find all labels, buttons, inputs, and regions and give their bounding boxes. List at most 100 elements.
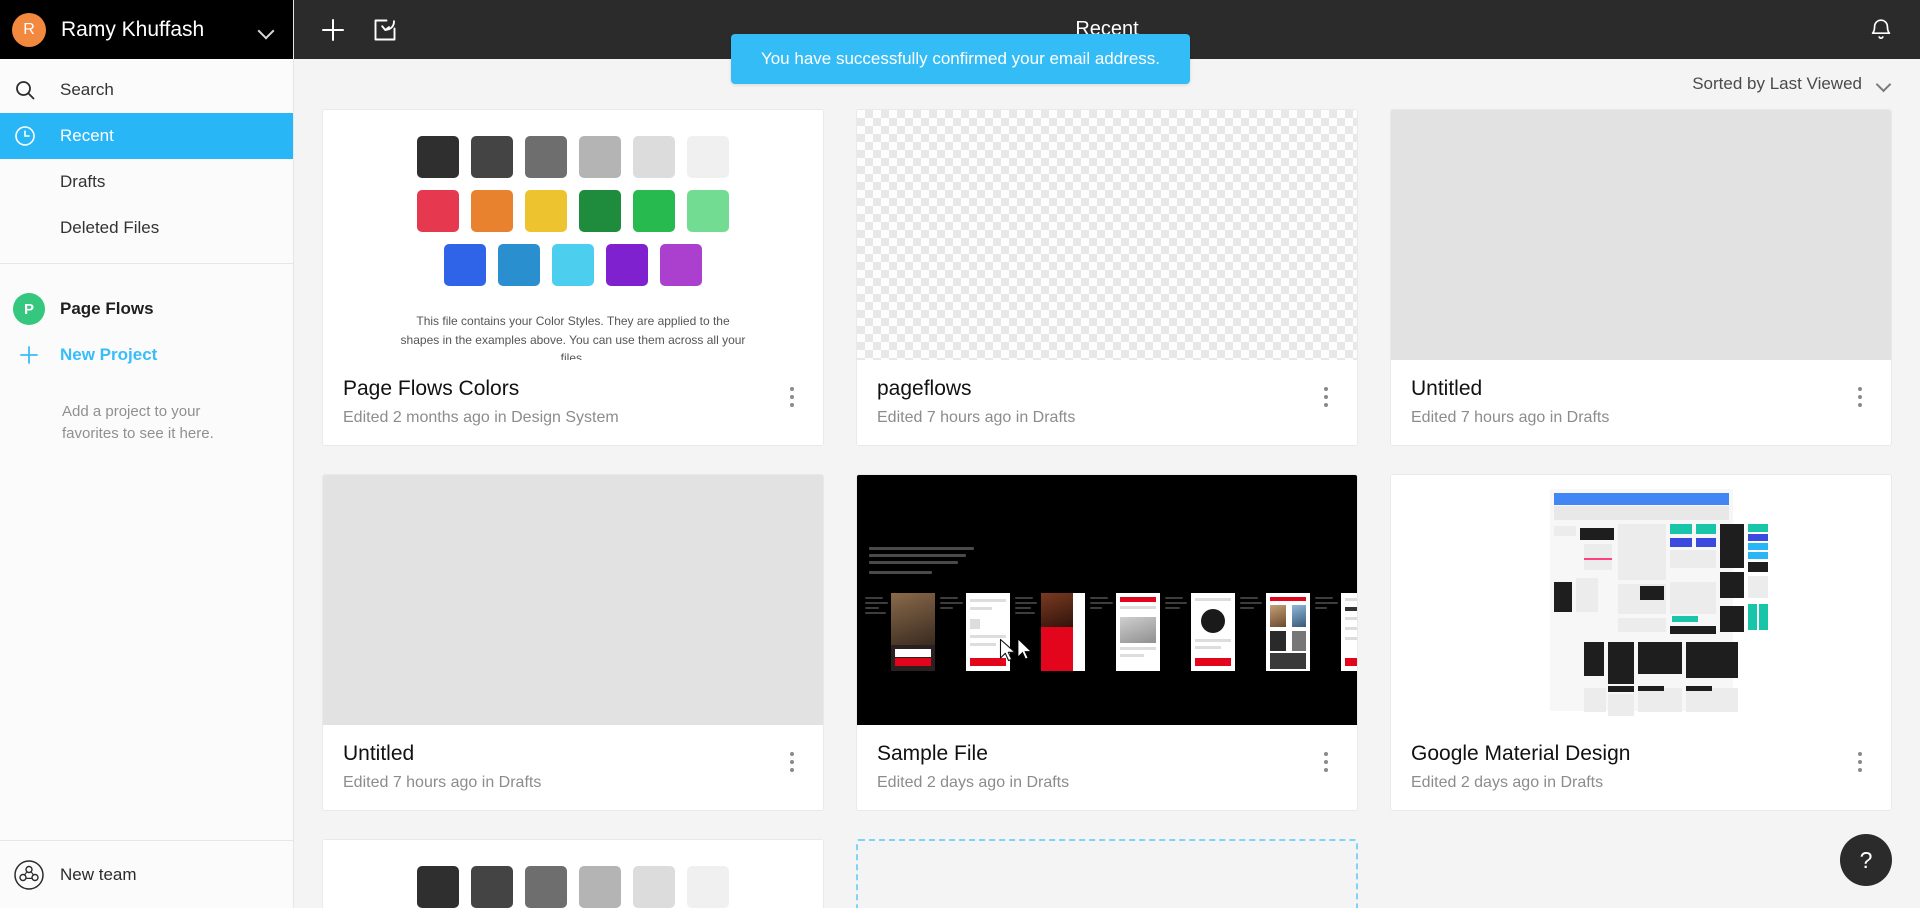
sort-label: Sorted by Last Viewed xyxy=(1692,74,1862,93)
preview-blocks xyxy=(1553,524,1768,717)
import-file-button[interactable] xyxy=(359,0,411,59)
swatch xyxy=(417,866,459,908)
file-card-meta: Untitled Edited 7 hours ago in Drafts xyxy=(1391,360,1891,445)
swatch xyxy=(417,136,459,178)
help-button[interactable]: ? xyxy=(1840,834,1892,886)
file-title: Google Material Design xyxy=(1411,742,1631,766)
color-styles-preview: This file contains your Color Styles. Th… xyxy=(323,110,823,360)
new-project-label: New Project xyxy=(60,345,158,364)
swatch xyxy=(633,866,675,908)
user-account-bar[interactable]: R Ramy Khuffash xyxy=(0,0,293,59)
notifications-button[interactable] xyxy=(1868,17,1894,43)
file-options-button[interactable] xyxy=(1315,742,1337,773)
file-card[interactable]: pageflows Edited 7 hours ago in Drafts xyxy=(856,109,1358,447)
sidebar-item-deleted-files[interactable]: Deleted Files xyxy=(0,205,293,251)
file-card[interactable]: Google Material Design Edited 2 days ago… xyxy=(1390,474,1892,812)
file-subtitle: Edited 2 months ago in Design System xyxy=(343,409,619,427)
file-title: Untitled xyxy=(1411,377,1483,400)
swatch xyxy=(552,244,594,286)
sidebar: R Ramy Khuffash Search Recent Drafts Del… xyxy=(0,0,294,908)
file-options-button[interactable] xyxy=(781,742,803,773)
preview-cursor-icon xyxy=(1017,638,1032,660)
swatch xyxy=(471,866,513,908)
plus-icon xyxy=(13,344,45,366)
sidebar-item-label: Drafts xyxy=(60,172,106,191)
swatch-row xyxy=(444,244,702,286)
preview-text-block xyxy=(869,547,974,578)
preview-screen-group xyxy=(1165,593,1235,672)
file-title: Untitled xyxy=(343,742,415,766)
main-area: Recent Sorted by Last Viewed This file c… xyxy=(294,0,1920,908)
swatch-row xyxy=(417,866,729,908)
project-label: Page Flows xyxy=(60,299,154,318)
new-file-button[interactable] xyxy=(307,0,359,59)
file-grid-scroll[interactable]: This file contains your Color Styles. Th… xyxy=(294,109,1920,908)
preview-screen-group xyxy=(865,593,935,672)
swatch-row xyxy=(417,190,729,232)
swatch xyxy=(444,244,486,286)
preview-appbar xyxy=(1553,493,1729,506)
file-subtitle: Edited 7 hours ago in Drafts xyxy=(1411,409,1610,427)
preview-screen-group xyxy=(940,593,1010,672)
swatch xyxy=(579,866,621,908)
preview-screens xyxy=(865,593,1357,672)
file-options-button[interactable] xyxy=(1849,742,1871,773)
preview-screen-group xyxy=(1315,593,1357,672)
swatch xyxy=(687,866,729,908)
sort-dropdown[interactable]: Sorted by Last Viewed xyxy=(1692,74,1892,94)
favorites-hint: Add a project to your favorites to see i… xyxy=(62,403,214,442)
swatch xyxy=(525,866,567,908)
preview-screen-group xyxy=(1090,593,1160,672)
swatch xyxy=(579,190,621,232)
file-thumbnail xyxy=(1391,475,1891,726)
screen-flow-preview xyxy=(857,475,1357,726)
file-grid: This file contains your Color Styles. Th… xyxy=(322,109,1892,908)
file-title: Sample File xyxy=(877,742,988,766)
file-options-button[interactable] xyxy=(1849,377,1871,407)
empty-preview xyxy=(1391,110,1891,360)
sidebar-item-recent[interactable]: Recent xyxy=(0,113,293,159)
file-card[interactable]: This file contains your Color Styles. Th… xyxy=(322,109,824,447)
new-team-label: New team xyxy=(60,864,137,884)
file-dropzone[interactable] xyxy=(856,839,1358,908)
app-root: R Ramy Khuffash Search Recent Drafts Del… xyxy=(0,0,1920,908)
new-team-button[interactable]: New team xyxy=(0,840,293,908)
user-name: Ramy Khuffash xyxy=(61,17,205,41)
project-avatar: P xyxy=(13,293,45,325)
sidebar-item-page-flows[interactable]: P Page Flows xyxy=(0,286,293,332)
search-icon xyxy=(13,78,55,102)
file-options-button[interactable] xyxy=(781,377,803,407)
swatch xyxy=(525,136,567,178)
file-card-meta: Page Flows Colors Edited 2 months ago in… xyxy=(323,360,823,445)
sidebar-item-search[interactable]: Search xyxy=(0,67,293,113)
file-options-button[interactable] xyxy=(1315,377,1337,407)
swatch xyxy=(498,244,540,286)
file-subtitle: Edited 2 days ago in Drafts xyxy=(1411,774,1604,792)
chevron-down-icon xyxy=(1876,76,1892,92)
file-card[interactable] xyxy=(322,839,824,908)
toast-notification: You have successfully confirmed your ema… xyxy=(731,34,1190,84)
file-card[interactable]: Untitled Edited 7 hours ago in Drafts xyxy=(322,474,824,812)
swatch xyxy=(471,136,513,178)
swatch xyxy=(660,244,702,286)
sidebar-item-label: Deleted Files xyxy=(60,218,160,237)
file-thumbnail xyxy=(1391,110,1891,360)
empty-preview xyxy=(323,475,823,726)
new-project-button[interactable]: New Project xyxy=(0,332,293,378)
file-thumbnail xyxy=(857,475,1357,726)
sidebar-item-drafts[interactable]: Drafts xyxy=(0,159,293,205)
swatch xyxy=(687,190,729,232)
transparent-checker-preview xyxy=(857,110,1357,360)
file-card[interactable]: Sample File Edited 2 days ago in Drafts xyxy=(856,474,1358,812)
sidebar-projects: P Page Flows New Project xyxy=(0,264,293,378)
file-card-meta: Google Material Design Edited 2 days ago… xyxy=(1391,725,1891,810)
team-icon xyxy=(13,859,45,891)
file-card[interactable]: Untitled Edited 7 hours ago in Drafts xyxy=(1390,109,1892,447)
swatch xyxy=(633,136,675,178)
chevron-down-icon[interactable] xyxy=(257,21,275,39)
file-thumbnail xyxy=(323,475,823,726)
sidebar-item-label: Search xyxy=(60,80,114,99)
file-card-meta: Sample File Edited 2 days ago in Drafts xyxy=(857,725,1357,810)
file-subtitle: Edited 7 hours ago in Drafts xyxy=(877,409,1076,427)
file-subtitle: Edited 7 hours ago in Drafts xyxy=(343,774,542,792)
